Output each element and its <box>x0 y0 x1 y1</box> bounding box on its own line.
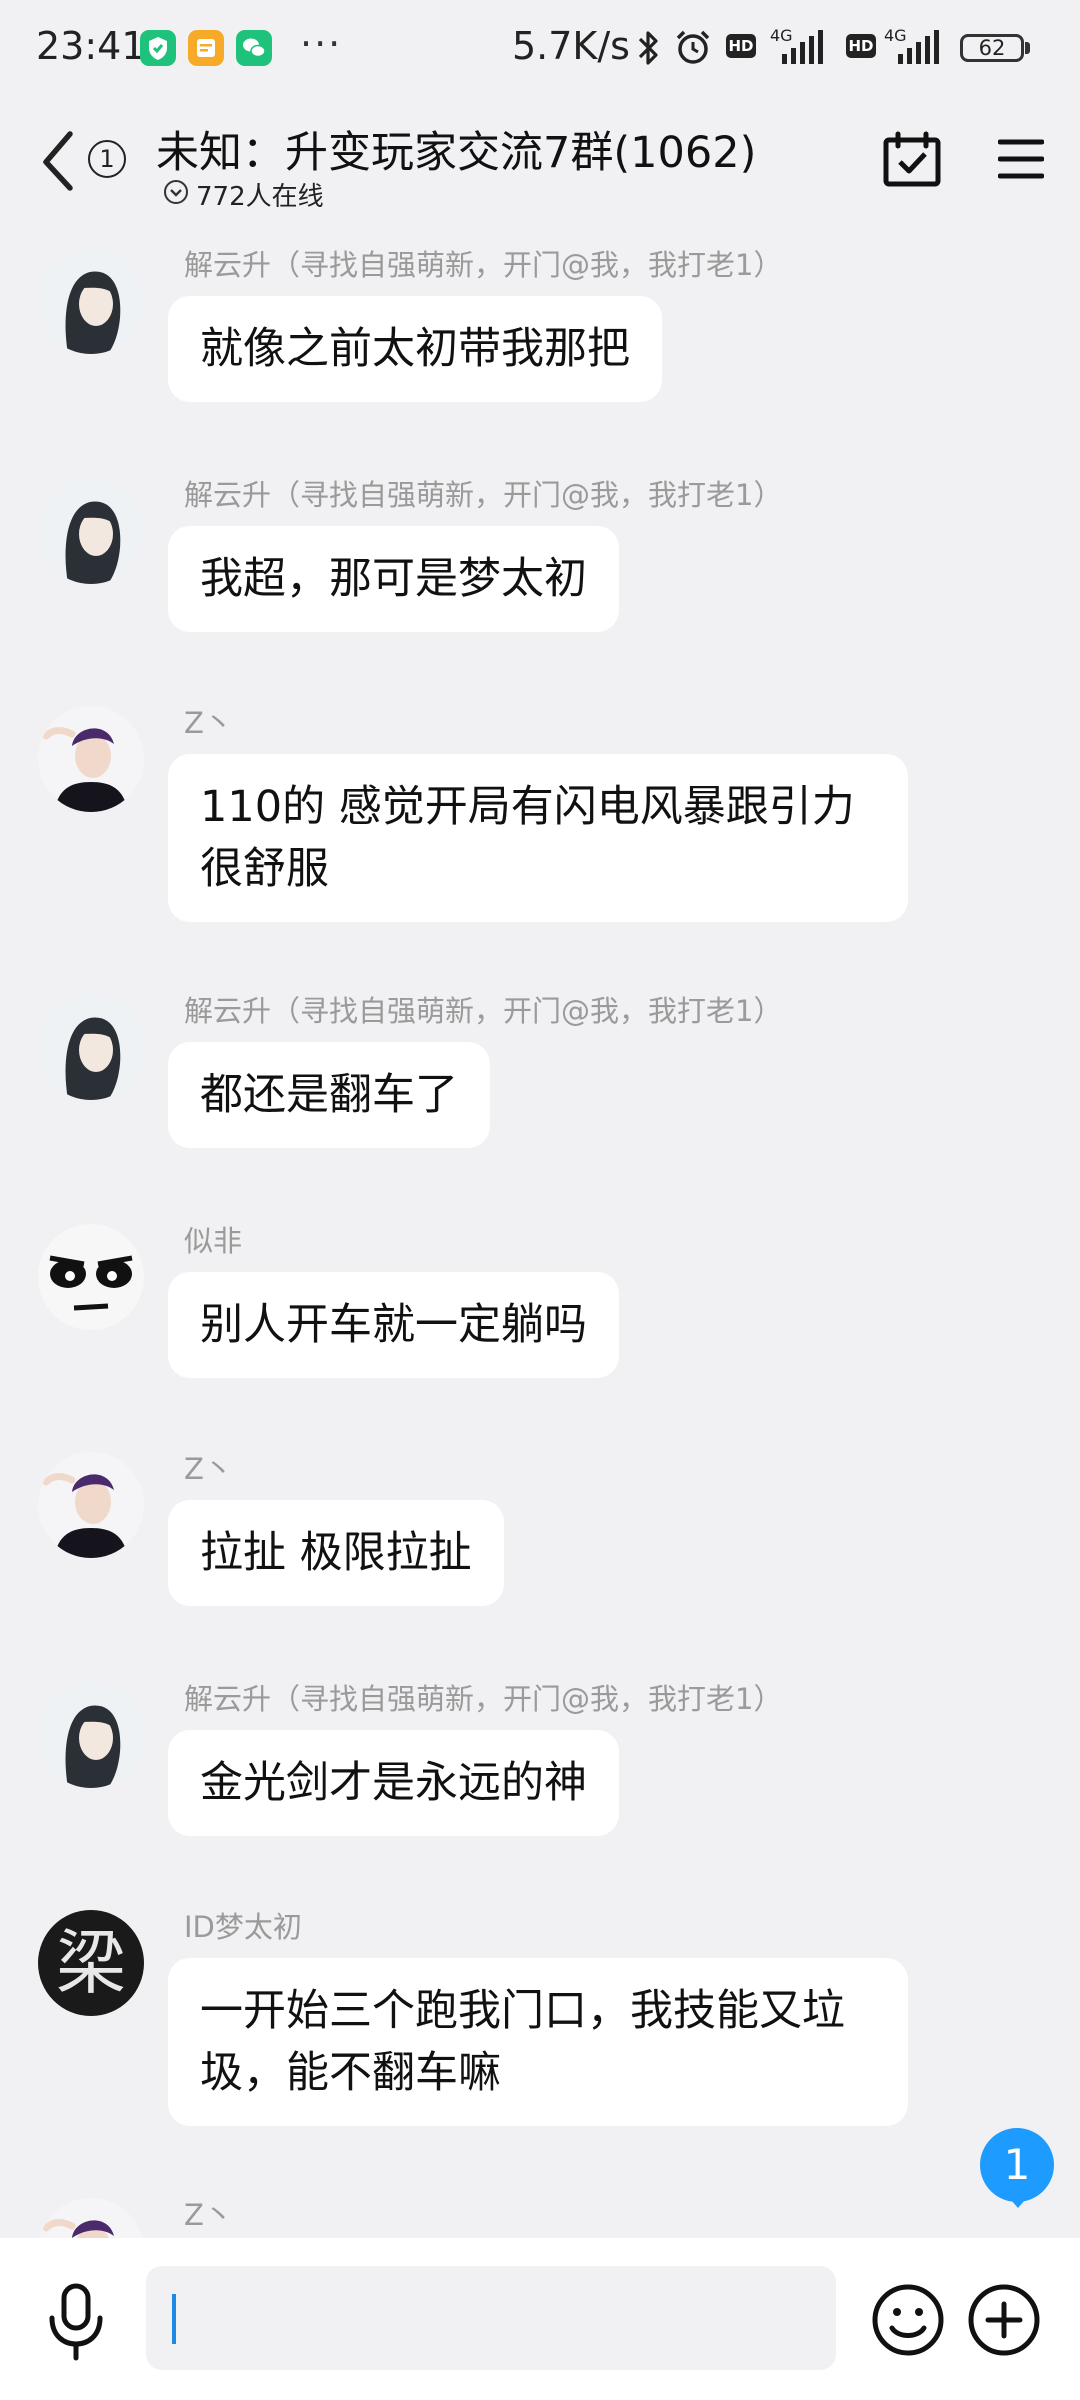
battery-tip <box>1025 42 1030 54</box>
emoji-icon[interactable] <box>870 2282 946 2358</box>
new-message-badge-tail <box>1004 2192 1032 2208</box>
chat-header: 1 未知：升变玩家交流7群(1062) 772人在线 <box>0 96 1080 220</box>
message-list[interactable]: 解云升（寻找自强萌新，开门@我，我打老1） 就像之前太初带我那把 解云升（寻找自… <box>0 222 1080 2238</box>
status-bar: 23:41 ··· 5.7K/s HD 4G HD 4G 62 <box>0 0 1080 96</box>
message-bubble[interactable]: 金光剑才是永远的神 <box>168 1730 619 1836</box>
avatar-boy[interactable] <box>38 2198 144 2238</box>
avatar-longhair[interactable] <box>38 478 144 584</box>
avatar-longhair[interactable] <box>38 994 144 1100</box>
avatar-longhair[interactable] <box>38 1682 144 1788</box>
add-icon[interactable] <box>966 2282 1042 2358</box>
avatar-boy[interactable] <box>38 706 144 812</box>
new-message-badge[interactable]: 1 <box>980 2128 1054 2202</box>
sender-name: Z丶 <box>184 1452 233 1486</box>
sender-name: 解云升（寻找自强萌新，开门@我，我打老1） <box>184 478 783 512</box>
microphone-icon[interactable] <box>44 2282 108 2362</box>
message-item: 梁 ID梦太初 一开始三个跑我门口，我技能又垃圾，能不翻车嘛 <box>0 1898 1080 2158</box>
avatar-boy[interactable] <box>38 1452 144 1558</box>
sender-name: Z丶 <box>184 2198 233 2232</box>
menu-icon[interactable] <box>998 136 1044 182</box>
status-time: 23:41 <box>36 24 146 68</box>
sender-name: 解云升（寻找自强萌新，开门@我，我打老1） <box>184 994 783 1028</box>
message-item: Z丶 <box>0 2186 1080 2238</box>
avatar-calligraphy[interactable]: 梁 <box>38 1910 144 2016</box>
sender-name: 解云升（寻找自强萌新，开门@我，我打老1） <box>184 1682 783 1716</box>
chat-title[interactable]: 未知：升变玩家交流7群(1062) <box>156 118 756 180</box>
message-item: 解云升（寻找自强萌新，开门@我，我打老1） 都还是翻车了 <box>0 982 1080 1182</box>
signal-icon-2 <box>882 26 948 64</box>
message-item: Z丶 110的 感觉开局有闪电风暴跟引力很舒服 <box>0 694 1080 954</box>
input-bar <box>0 2238 1080 2400</box>
battery-level: 62 <box>978 36 1006 60</box>
wechat-icon <box>236 30 272 66</box>
sender-name: 似非 <box>184 1224 243 1258</box>
message-item: 解云升（寻找自强萌新，开门@我，我打老1） 就像之前太初带我那把 <box>0 236 1080 436</box>
net-speed: 5.7K/s <box>512 24 630 68</box>
calendar-check-icon[interactable] <box>882 130 942 190</box>
unread-count-badge: 1 <box>88 140 126 178</box>
message-bubble[interactable]: 拉扯 极限拉扯 <box>168 1500 504 1606</box>
message-input[interactable] <box>146 2266 836 2370</box>
online-count: 772人在线 <box>196 182 324 212</box>
sender-name: Z丶 <box>184 706 233 740</box>
message-item: Z丶 拉扯 极限拉扯 <box>0 1440 1080 1640</box>
message-bubble[interactable]: 就像之前太初带我那把 <box>168 296 662 402</box>
message-item: 解云升（寻找自强萌新，开门@我，我打老1） 金光剑才是永远的神 <box>0 1670 1080 1870</box>
message-bubble[interactable]: 别人开车就一定躺吗 <box>168 1272 619 1378</box>
avatar-face[interactable] <box>38 1224 144 1330</box>
message-bubble[interactable]: 我超，那可是梦太初 <box>168 526 619 632</box>
sender-name: 解云升（寻找自强萌新，开门@我，我打老1） <box>184 248 783 282</box>
avatar-longhair[interactable] <box>38 248 144 354</box>
message-item: 解云升（寻找自强萌新，开门@我，我打老1） 我超，那可是梦太初 <box>0 466 1080 666</box>
notes-icon <box>188 30 224 66</box>
sender-name: ID梦太初 <box>184 1910 302 1944</box>
signal-icon-1 <box>768 26 834 64</box>
message-bubble[interactable]: 一开始三个跑我门口，我技能又垃圾，能不翻车嘛 <box>168 1958 908 2126</box>
hd-badge-2: HD <box>846 34 876 58</box>
hd-badge-1: HD <box>726 34 756 58</box>
avatar-glyph: 梁 <box>56 1922 126 2004</box>
message-bubble[interactable]: 都还是翻车了 <box>168 1042 490 1148</box>
message-item: 似非 别人开车就一定躺吗 <box>0 1212 1080 1412</box>
online-chevron-icon <box>164 180 188 204</box>
text-caret <box>172 2294 176 2344</box>
alarm-icon <box>676 30 710 64</box>
more-notifications: ··· <box>300 22 343 66</box>
vpn-shield-icon <box>140 30 176 66</box>
bluetooth-icon <box>638 31 658 65</box>
message-bubble[interactable]: 110的 感觉开局有闪电风暴跟引力很舒服 <box>168 754 908 922</box>
